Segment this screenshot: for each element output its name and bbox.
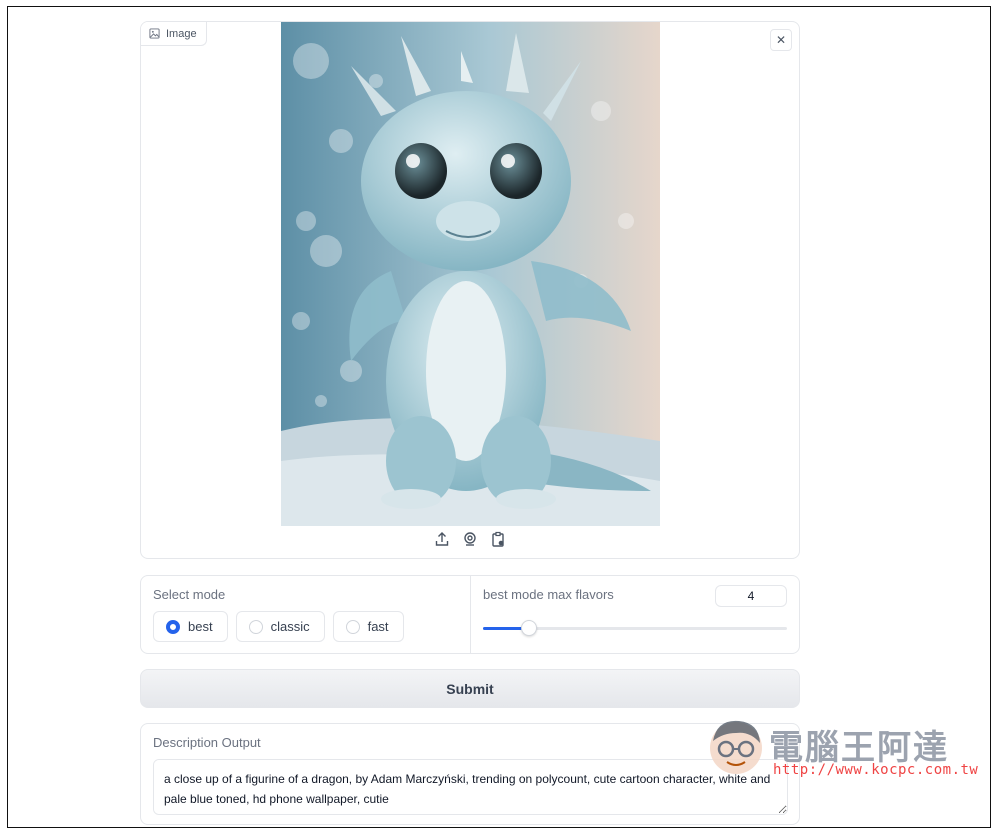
image-label-text: Image: [166, 27, 197, 40]
image-icon: [149, 28, 160, 39]
radio-best[interactable]: best: [153, 611, 228, 642]
upload-icon[interactable]: [433, 530, 451, 548]
radio-classic-label: classic: [270, 619, 310, 634]
radio-fast[interactable]: fast: [332, 611, 404, 642]
image-label-badge: Image: [141, 22, 207, 46]
mode-radio-group: best classic fast: [153, 611, 458, 642]
output-label: Description Output: [153, 735, 261, 750]
mode-selector: Select mode best classic fast: [141, 576, 471, 653]
close-icon[interactable]: ✕: [770, 29, 792, 51]
mode-label: Select mode: [153, 587, 226, 602]
slider-thumb[interactable]: [520, 620, 537, 636]
flavors-control: best mode max flavors 4: [471, 576, 799, 653]
clipboard-icon[interactable]: [489, 530, 507, 548]
webcam-icon[interactable]: [461, 530, 479, 548]
image-input-panel[interactable]: Image ✕: [140, 21, 800, 559]
dragon-image: [281, 22, 660, 526]
flavors-slider[interactable]: [483, 620, 787, 636]
radio-fast-indicator[interactable]: [345, 619, 360, 634]
radio-best-label: best: [188, 619, 213, 634]
image-source-toolbar: [141, 530, 799, 548]
radio-fast-label: fast: [367, 619, 389, 634]
description-output-panel: Description Output a close up of a figur…: [140, 723, 800, 825]
description-output-textarea[interactable]: a close up of a figurine of a dragon, by…: [153, 759, 788, 815]
radio-classic[interactable]: classic: [235, 611, 325, 642]
radio-best-indicator[interactable]: [166, 619, 180, 634]
options-row: Select mode best classic fast best mode …: [140, 575, 800, 654]
flavors-number-input[interactable]: 4: [715, 585, 787, 607]
submit-button[interactable]: Submit: [140, 669, 800, 708]
radio-classic-indicator[interactable]: [248, 619, 263, 634]
